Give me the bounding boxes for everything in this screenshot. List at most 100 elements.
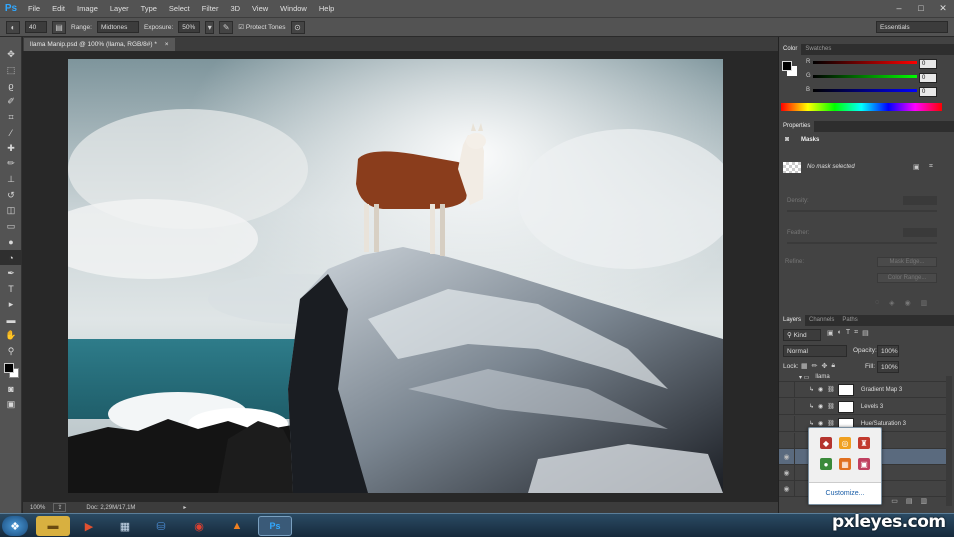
exposure-dropdown-icon[interactable]: ▾ bbox=[205, 20, 215, 34]
media-player-taskbar-icon[interactable]: ▶ bbox=[72, 516, 106, 536]
fill-input[interactable]: 100% bbox=[877, 361, 899, 373]
tray-app-icon[interactable]: ▣ bbox=[858, 458, 870, 470]
photoshop-taskbar-icon[interactable]: Ps bbox=[258, 516, 292, 536]
type-tool-icon[interactable]: T bbox=[0, 281, 22, 297]
pixel-mask-icon[interactable]: ▣ bbox=[913, 163, 920, 171]
density-slider[interactable] bbox=[787, 210, 937, 212]
brush-tool-icon[interactable]: ✏ bbox=[0, 156, 22, 172]
pressure-icon[interactable]: ⊙ bbox=[290, 20, 305, 34]
status-menu-arrow-icon[interactable]: ▸ bbox=[183, 504, 186, 511]
eraser-tool-icon[interactable]: ◫ bbox=[0, 203, 22, 219]
b-slider[interactable] bbox=[813, 89, 917, 92]
eye-icon[interactable]: ◉ bbox=[779, 480, 795, 497]
close-tab-icon[interactable]: × bbox=[165, 41, 169, 48]
gradient-tool-icon[interactable]: ▭ bbox=[0, 219, 22, 235]
r-value[interactable]: 0 bbox=[919, 59, 937, 69]
density-input[interactable] bbox=[903, 196, 937, 205]
airbrush-icon[interactable]: ✎ bbox=[219, 20, 234, 34]
lock-all-icon[interactable]: 🔒︎ bbox=[831, 362, 835, 370]
pixel-filter-icon[interactable]: ▣ bbox=[827, 329, 834, 337]
lock-transparency-icon[interactable]: ▦ bbox=[801, 362, 808, 370]
mask-edge-button[interactable]: Mask Edge... bbox=[877, 257, 937, 267]
menu-layer[interactable]: Layer bbox=[104, 4, 135, 13]
b-value[interactable]: 0 bbox=[919, 87, 937, 97]
load-selection-icon[interactable]: ◌ bbox=[875, 299, 879, 307]
close-icon[interactable]: ✕ bbox=[932, 0, 954, 17]
r-slider[interactable] bbox=[813, 61, 917, 64]
visibility-icon[interactable]: ◉ bbox=[905, 299, 911, 307]
range-select[interactable]: Midtones bbox=[96, 21, 139, 33]
delete-layer-icon[interactable]: ▥ bbox=[920, 497, 927, 505]
pen-tool-icon[interactable]: ✒ bbox=[0, 265, 22, 281]
menu-help[interactable]: Help bbox=[313, 4, 340, 13]
eye-icon[interactable]: ◉ bbox=[779, 464, 795, 481]
move-tool-icon[interactable]: ✥ bbox=[0, 47, 22, 63]
layers-scrollbar[interactable] bbox=[946, 376, 952, 506]
zoom-tool-icon[interactable]: ⚲ bbox=[0, 343, 22, 359]
shape-tool-icon[interactable]: ▬ bbox=[0, 312, 22, 328]
eyedropper-tool-icon[interactable]: ⁄ bbox=[0, 125, 22, 141]
quick-select-tool-icon[interactable]: ✐ bbox=[0, 94, 22, 110]
menu-edit[interactable]: Edit bbox=[46, 4, 71, 13]
blend-mode-select[interactable]: Normal bbox=[783, 345, 847, 357]
workspace-switcher[interactable]: Essentials bbox=[876, 21, 948, 33]
brush-size-picker[interactable]: 40 bbox=[25, 21, 47, 33]
protect-tones-checkbox[interactable]: ☑ Protect Tones bbox=[238, 23, 285, 31]
document-canvas[interactable] bbox=[68, 59, 723, 493]
layer-row[interactable]: ↳ ◉ ⛓ Gradient Map 3 bbox=[779, 381, 948, 398]
tab-properties[interactable]: Properties bbox=[779, 121, 815, 132]
screen-mode-icon[interactable]: ▣ bbox=[0, 396, 22, 412]
menu-3d[interactable]: 3D bbox=[224, 4, 246, 13]
hand-tool-icon[interactable]: ✋ bbox=[0, 328, 22, 344]
apply-mask-icon[interactable]: ◈ bbox=[889, 299, 894, 307]
foreground-color[interactable] bbox=[4, 362, 14, 373]
calculator-taskbar-icon[interactable]: ▦ bbox=[108, 516, 142, 536]
menu-select[interactable]: Select bbox=[163, 4, 196, 13]
tray-app-icon[interactable]: ◆ bbox=[820, 437, 832, 449]
quick-mask-icon[interactable]: ◙ bbox=[0, 381, 22, 397]
type-filter-icon[interactable]: T bbox=[846, 329, 850, 337]
explorer-taskbar-icon[interactable]: ▬ bbox=[36, 516, 70, 536]
feather-slider[interactable] bbox=[787, 242, 937, 244]
shape-filter-icon[interactable]: ⌗ bbox=[854, 329, 858, 337]
color-fg-swatch[interactable] bbox=[782, 61, 792, 71]
clone-stamp-tool-icon[interactable]: ⊥ bbox=[0, 172, 22, 188]
layer-filter-select[interactable]: ⚲ Kind bbox=[783, 329, 821, 341]
history-brush-tool-icon[interactable]: ↺ bbox=[0, 187, 22, 203]
tab-swatches[interactable]: Swatches bbox=[801, 44, 835, 55]
menu-type[interactable]: Type bbox=[135, 4, 163, 13]
menu-file[interactable]: File bbox=[22, 4, 46, 13]
tab-color[interactable]: Color bbox=[779, 44, 802, 55]
blur-tool-icon[interactable]: ● bbox=[0, 234, 22, 250]
healing-tool-icon[interactable]: ✚ bbox=[0, 141, 22, 157]
dodge-tool-icon[interactable]: ◔ bbox=[0, 249, 22, 266]
minimize-icon[interactable]: – bbox=[888, 0, 910, 17]
g-value[interactable]: 0 bbox=[919, 73, 937, 83]
tray-app-icon[interactable]: ▦ bbox=[839, 458, 851, 470]
eye-icon[interactable]: ◉ bbox=[779, 448, 795, 465]
layer-mask-thumbnail[interactable] bbox=[837, 383, 854, 396]
visibility-toggle[interactable] bbox=[779, 398, 795, 415]
layer-row[interactable]: ↳ ◉ ⛓ Levels 3 bbox=[779, 398, 948, 415]
new-group-icon[interactable]: ▭ bbox=[891, 497, 898, 505]
document-tab[interactable]: llama Manip.psd @ 100% (llama, RGB/8#) *… bbox=[24, 38, 175, 51]
share-icon[interactable]: ⇪ bbox=[53, 503, 67, 512]
vector-mask-icon[interactable]: ⌗ bbox=[929, 163, 933, 171]
lock-position-icon[interactable]: ✥ bbox=[822, 362, 828, 370]
opacity-input[interactable]: 100% bbox=[877, 345, 899, 357]
crop-tool-icon[interactable]: ⌗ bbox=[0, 109, 22, 125]
tool-preset-icon[interactable]: ◐ bbox=[6, 20, 20, 34]
tray-app-icon[interactable]: ● bbox=[820, 458, 832, 470]
lock-pixels-icon[interactable]: ✏ bbox=[812, 362, 818, 370]
menu-view[interactable]: View bbox=[246, 4, 274, 13]
customize-link[interactable]: Customize... bbox=[809, 482, 881, 504]
color-range-button[interactable]: Color Range... bbox=[877, 273, 937, 283]
menu-image[interactable]: Image bbox=[71, 4, 104, 13]
new-layer-icon[interactable]: ▤ bbox=[906, 497, 913, 505]
vlc-taskbar-icon[interactable]: ▲ bbox=[220, 516, 254, 536]
zoom-readout[interactable]: 100% bbox=[30, 505, 45, 511]
tab-paths[interactable]: Paths bbox=[838, 315, 861, 326]
database-taskbar-icon[interactable]: ⛁ bbox=[144, 516, 178, 536]
start-button[interactable]: ❖ bbox=[2, 516, 28, 536]
g-slider[interactable] bbox=[813, 75, 917, 78]
